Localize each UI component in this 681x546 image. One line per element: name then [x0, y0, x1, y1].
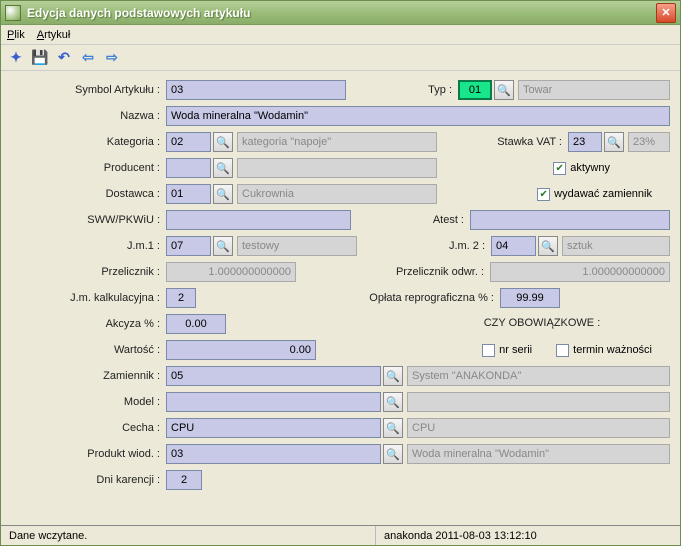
- label-model: Model :: [11, 396, 166, 408]
- label-atest: Atest :: [420, 214, 470, 226]
- wartosc-input[interactable]: 0.00: [166, 340, 316, 360]
- label-typ: Typ :: [418, 84, 458, 96]
- typ-input[interactable]: 01: [458, 80, 492, 100]
- stawka-vat-desc: 23%: [628, 132, 670, 152]
- stawka-vat-pick-icon[interactable]: 🔍: [604, 132, 624, 152]
- atest-input[interactable]: [470, 210, 670, 230]
- aktywny-label: aktywny: [570, 162, 610, 174]
- jm1-pick-icon[interactable]: 🔍: [213, 236, 233, 256]
- label-nazwa: Nazwa :: [11, 110, 166, 122]
- jm1-input[interactable]: 07: [166, 236, 211, 256]
- check-icon: ✔: [553, 162, 566, 175]
- cecha-desc: CPU: [407, 418, 670, 438]
- czy-obowiazkowe-header: CZY OBOWIĄZKOWE :: [432, 317, 652, 329]
- label-oplata-repro: Opłata reprograficzna % :: [340, 292, 500, 304]
- jm1-desc: testowy: [237, 236, 357, 256]
- model-desc: [407, 392, 670, 412]
- window-title: Edycja danych podstawowych artykułu: [27, 6, 656, 20]
- checkbox-icon: [482, 344, 495, 357]
- toolbar: ✦ 💾 ↶ ⇦ ⇨: [1, 45, 680, 71]
- zamiennik-input[interactable]: 05: [166, 366, 381, 386]
- label-przelicznik: Przelicznik :: [11, 266, 166, 278]
- cecha-input[interactable]: CPU: [166, 418, 381, 438]
- producent-desc: [237, 158, 437, 178]
- jm2-input[interactable]: 04: [491, 236, 536, 256]
- label-zamiennik: Zamiennik :: [11, 370, 166, 382]
- check-icon: ✔: [537, 188, 550, 201]
- producent-pick-icon[interactable]: 🔍: [213, 158, 233, 178]
- nr-serii-checkbox[interactable]: nr serii: [482, 344, 532, 357]
- dni-karencji-input[interactable]: 2: [166, 470, 202, 490]
- kategoria-input[interactable]: 02: [166, 132, 211, 152]
- dostawca-pick-icon[interactable]: 🔍: [213, 184, 233, 204]
- producent-input[interactable]: [166, 158, 211, 178]
- przelicznik-odwr-value: 1.000000000000: [490, 262, 670, 282]
- label-dni-karencji: Dni karencji :: [11, 474, 166, 486]
- dostawca-desc: Cukrownia: [237, 184, 437, 204]
- status-right: anakonda 2011-08-03 13:12:10: [376, 526, 680, 545]
- produkt-wiod-desc: Woda mineralna "Wodamin": [407, 444, 670, 464]
- label-stawka-vat: Stawka VAT :: [488, 136, 568, 148]
- zamiennik-desc: System "ANAKONDA": [407, 366, 670, 386]
- jm2-desc: sztuk: [562, 236, 670, 256]
- cecha-pick-icon[interactable]: 🔍: [383, 418, 403, 438]
- label-przelicznik-odwr: Przelicznik odwr. :: [380, 266, 490, 278]
- produkt-wiod-pick-icon[interactable]: 🔍: [383, 444, 403, 464]
- wydawac-zamiennik-checkbox[interactable]: ✔ wydawać zamiennik: [537, 188, 652, 201]
- wydawac-zamiennik-label: wydawać zamiennik: [554, 188, 652, 200]
- label-kategoria: Kategoria :: [11, 136, 166, 148]
- sww-input[interactable]: [166, 210, 351, 230]
- menu-article[interactable]: Artykuł: [37, 29, 71, 41]
- app-icon: [5, 5, 21, 21]
- label-dostawca: Dostawca :: [11, 188, 166, 200]
- save-icon[interactable]: 💾: [31, 49, 49, 67]
- status-left: Dane wczytane.: [1, 526, 376, 545]
- label-jm-kalk: J.m. kalkulacyjna :: [11, 292, 166, 304]
- jm2-pick-icon[interactable]: 🔍: [538, 236, 558, 256]
- label-akcyza: Akcyza % :: [11, 318, 166, 330]
- menu-file[interactable]: Plik: [7, 29, 25, 41]
- next-icon[interactable]: ⇨: [103, 49, 121, 67]
- label-produkt-wiod: Produkt wiod. :: [11, 448, 166, 460]
- termin-waznosci-label: termin ważności: [573, 344, 652, 356]
- zamiennik-pick-icon[interactable]: 🔍: [383, 366, 403, 386]
- termin-waznosci-checkbox[interactable]: termin ważności: [556, 344, 652, 357]
- produkt-wiod-input[interactable]: 03: [166, 444, 381, 464]
- model-pick-icon[interactable]: 🔍: [383, 392, 403, 412]
- label-jm1: J.m.1 :: [11, 240, 166, 252]
- typ-pick-icon[interactable]: 🔍: [494, 80, 514, 100]
- nazwa-input[interactable]: Woda mineralna "Wodamin": [166, 106, 670, 126]
- typ-desc: Towar: [518, 80, 670, 100]
- symbol-input[interactable]: 03: [166, 80, 346, 100]
- przelicznik-value: 1.000000000000: [166, 262, 296, 282]
- dostawca-input[interactable]: 01: [166, 184, 211, 204]
- status-bar: Dane wczytane. anakonda 2011-08-03 13:12…: [1, 525, 680, 545]
- close-button[interactable]: ✕: [656, 3, 676, 23]
- akcyza-input[interactable]: 0.00: [166, 314, 226, 334]
- menu-bar: Plik Artykuł: [1, 25, 680, 45]
- kategoria-pick-icon[interactable]: 🔍: [213, 132, 233, 152]
- nr-serii-label: nr serii: [499, 344, 532, 356]
- title-bar: Edycja danych podstawowych artykułu ✕: [1, 1, 680, 25]
- oplata-repro-input[interactable]: 99.99: [500, 288, 560, 308]
- label-symbol: Symbol Artykułu :: [11, 84, 166, 96]
- kategoria-desc: kategoria "napoje": [237, 132, 437, 152]
- label-producent: Producent :: [11, 162, 166, 174]
- new-icon[interactable]: ✦: [7, 49, 25, 67]
- model-input[interactable]: [166, 392, 381, 412]
- checkbox-icon: [556, 344, 569, 357]
- prev-icon[interactable]: ⇦: [79, 49, 97, 67]
- undo-icon[interactable]: ↶: [55, 49, 73, 67]
- label-jm2: J.m. 2 :: [437, 240, 491, 252]
- stawka-vat-input[interactable]: 23: [568, 132, 602, 152]
- label-wartosc: Wartość :: [11, 344, 166, 356]
- label-cecha: Cecha :: [11, 422, 166, 434]
- label-sww: SWW/PKWiU :: [11, 214, 166, 226]
- form-body: Symbol Artykułu : 03 Typ : 01 🔍 Towar Na…: [1, 71, 680, 499]
- jm-kalk-input[interactable]: 2: [166, 288, 196, 308]
- aktywny-checkbox[interactable]: ✔ aktywny: [553, 162, 610, 175]
